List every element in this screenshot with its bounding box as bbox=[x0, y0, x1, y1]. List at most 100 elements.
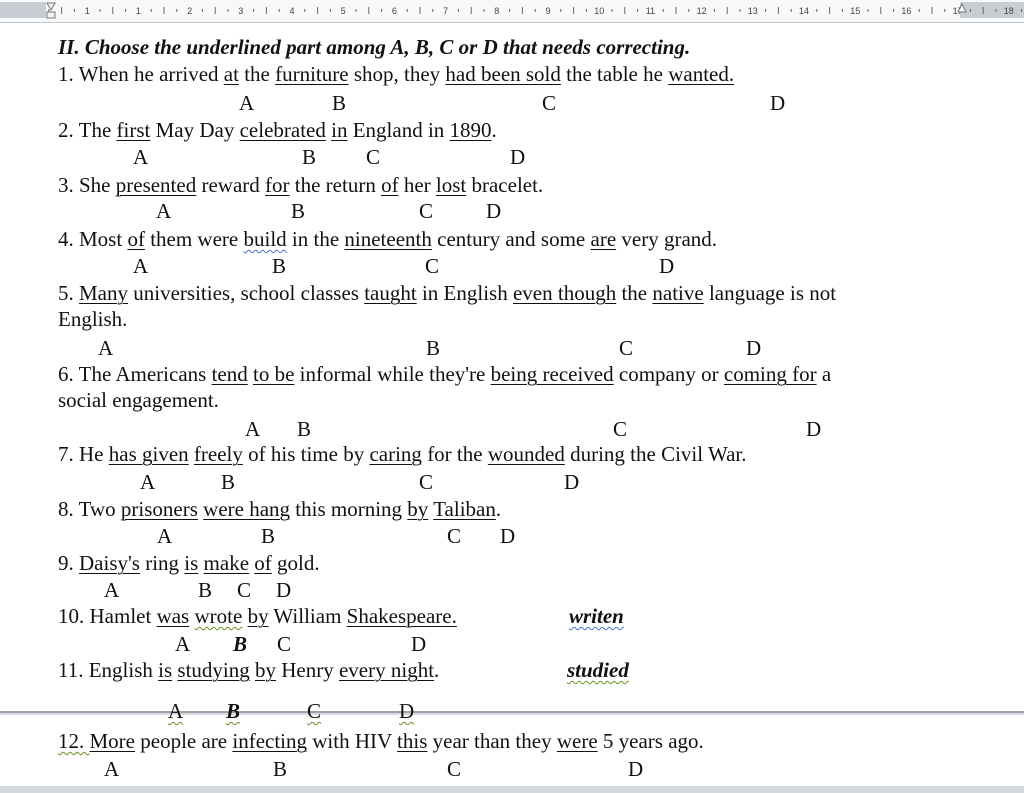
ruler[interactable]: 112345678910111213141516171820 bbox=[0, 0, 1024, 23]
q4-letter-b: B bbox=[272, 254, 287, 278]
q9-option-d: of bbox=[254, 551, 272, 575]
q8-letter-d: D bbox=[500, 524, 516, 548]
q5-letter-d: D bbox=[746, 336, 762, 360]
q7-letter-d: D bbox=[564, 470, 580, 494]
q12-option-a: More bbox=[89, 729, 136, 753]
q3-option-b: for bbox=[265, 173, 290, 197]
ruler-number: 11 bbox=[646, 6, 655, 16]
ruler-number: 12 bbox=[697, 6, 707, 16]
q3-letter-a: A bbox=[156, 199, 172, 223]
q7-option-a: has given bbox=[108, 442, 189, 466]
document-page: II. Choose the underlined part among A, … bbox=[0, 23, 1024, 791]
ruler-number: 13 bbox=[748, 6, 758, 16]
ruler-number: 18 bbox=[1004, 6, 1014, 16]
q7-option-d: wounded bbox=[487, 442, 565, 466]
q6-option-a: tend bbox=[211, 362, 248, 386]
q5-letter-c: C bbox=[619, 336, 634, 360]
q3-letter-b: B bbox=[291, 199, 306, 223]
q5-option-c: even though bbox=[512, 281, 617, 305]
q10-option-b: wrote bbox=[194, 604, 243, 628]
q8-option-d: Taliban bbox=[433, 497, 496, 521]
ruler-number: 1 bbox=[85, 6, 90, 16]
q3-option-a: presented bbox=[115, 173, 197, 197]
q12-letter-d: D bbox=[628, 757, 644, 781]
q11-answer: studied bbox=[567, 658, 629, 682]
q11-option-b: studying bbox=[177, 658, 250, 682]
q12-letter-c: C bbox=[447, 757, 462, 781]
q1-letter-c: C bbox=[542, 91, 557, 115]
q10-letter-d: D bbox=[411, 632, 427, 656]
q1-option-a: at bbox=[223, 62, 239, 86]
q11-option-c: by bbox=[255, 658, 276, 682]
q1-option-c: had been sold bbox=[445, 62, 561, 86]
question-5-text: 5. Many universities, school classes tau… bbox=[58, 281, 837, 305]
q10-answer: writen bbox=[569, 604, 624, 628]
question-2-text: 2. The first May Day celebrated in Engla… bbox=[58, 118, 497, 142]
ruler-number: 4 bbox=[289, 6, 294, 16]
q7-option-b: freely bbox=[193, 442, 243, 466]
q7-option-c: caring bbox=[369, 442, 422, 466]
q4-option-a: of bbox=[127, 227, 145, 251]
q11-letter-d: D bbox=[399, 699, 415, 723]
q1-letter-b: B bbox=[332, 91, 347, 115]
q10-option-a: was bbox=[156, 604, 190, 628]
q9-letter-d: D bbox=[276, 578, 292, 602]
ruler-number: 2 bbox=[187, 6, 192, 16]
q3-option-c: of bbox=[381, 173, 399, 197]
q3-letter-d: D bbox=[486, 199, 502, 223]
question-9-text: 9. Daisy's ring is make of gold. bbox=[58, 551, 320, 575]
q5-option-a: Many bbox=[79, 281, 128, 305]
q10-option-c: by bbox=[247, 604, 269, 628]
question-5-line2: English. bbox=[58, 307, 128, 331]
q8-option-c: by bbox=[407, 497, 429, 521]
q4-letter-c: C bbox=[425, 254, 440, 278]
q7-letter-a: A bbox=[140, 470, 156, 494]
q9-option-a: Daisy's bbox=[79, 551, 140, 575]
q7-letter-b: B bbox=[221, 470, 236, 494]
ruler-number: 5 bbox=[341, 6, 346, 16]
question-3-text: 3. She presented reward for the return o… bbox=[58, 173, 544, 197]
q1-letter-d: D bbox=[770, 91, 786, 115]
ruler-ticks: 112345678910111213141516171820 bbox=[0, 2, 1024, 19]
q6-option-b: to be bbox=[252, 362, 295, 386]
q2-option-b: celebrated bbox=[239, 118, 326, 142]
q3-option-d: lost bbox=[435, 173, 467, 197]
q6-letter-a: A bbox=[245, 417, 261, 441]
q4-letter-a: A bbox=[133, 254, 149, 278]
q9-letter-c: C bbox=[237, 578, 252, 602]
q12-letter-a: A bbox=[104, 757, 120, 781]
q4-letter-d: D bbox=[659, 254, 675, 278]
q4-option-d: are bbox=[590, 227, 617, 251]
q9-letter-b: B bbox=[198, 578, 213, 602]
q12-option-c: this bbox=[397, 729, 428, 753]
q4-option-c: nineteenth bbox=[344, 227, 432, 251]
q2-letter-d: D bbox=[510, 145, 526, 169]
q8-letter-c: C bbox=[447, 524, 462, 548]
ruler-margin-left bbox=[0, 2, 46, 18]
q11-letter-a: A bbox=[168, 699, 184, 723]
q10-letter-a: A bbox=[175, 632, 191, 656]
q3-letter-c: C bbox=[419, 199, 434, 223]
q7-letter-c: C bbox=[419, 470, 434, 494]
ruler-number: 3 bbox=[238, 6, 243, 16]
q9-option-c: make bbox=[203, 551, 250, 575]
question-7-text: 7. He has given freely of his time by ca… bbox=[58, 442, 747, 466]
q9-option-b: is bbox=[184, 551, 199, 575]
q8-option-a: prisoners bbox=[120, 497, 198, 521]
q11-letter-b: B bbox=[226, 699, 241, 723]
status-strip bbox=[0, 786, 1024, 793]
q12-option-b: infecting bbox=[232, 729, 308, 753]
question-6-line2: social engagement. bbox=[58, 388, 219, 412]
q12-option-d: were bbox=[556, 729, 598, 753]
q5-letter-b: B bbox=[426, 336, 441, 360]
q6-option-d: coming for bbox=[723, 362, 817, 386]
ruler-number: 8 bbox=[494, 6, 499, 16]
ruler-number: 1 bbox=[136, 6, 141, 16]
q6-letter-c: C bbox=[613, 417, 628, 441]
q2-option-c: in bbox=[331, 118, 348, 142]
indent-marker-left[interactable] bbox=[46, 2, 56, 19]
q11-letter-c: C bbox=[307, 699, 322, 723]
q1-letter-a: A bbox=[239, 91, 255, 115]
question-4-text: 4. Most of them were build in the ninete… bbox=[58, 227, 718, 251]
q6-option-c: being received bbox=[490, 362, 614, 386]
